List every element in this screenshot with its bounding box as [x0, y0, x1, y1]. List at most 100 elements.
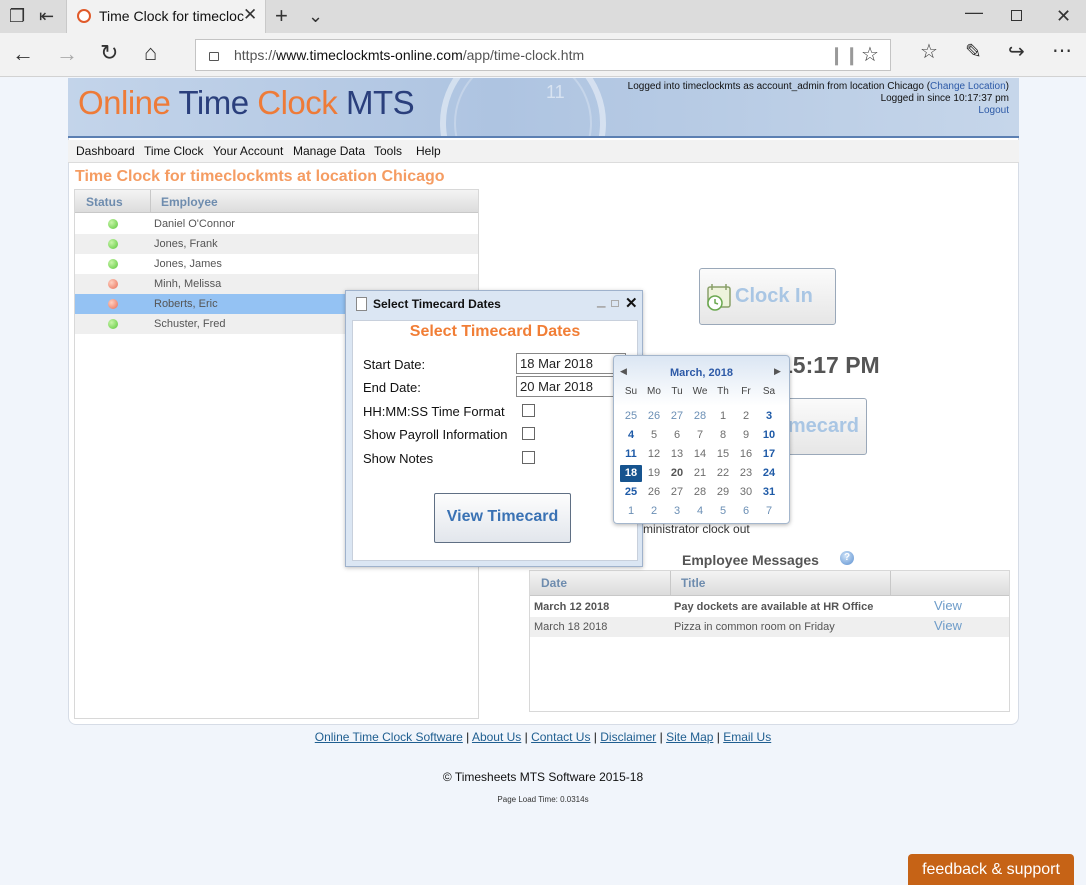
calendar-day[interactable]: 1: [620, 503, 642, 520]
calendar-day[interactable]: 17: [758, 446, 780, 463]
footer-link-email[interactable]: Email Us: [723, 730, 771, 744]
calendar-day[interactable]: 2: [735, 408, 757, 425]
calendar-day[interactable]: 11: [620, 446, 642, 463]
calendar-day[interactable]: 1: [712, 408, 734, 425]
menu-time-clock[interactable]: Time Clock: [144, 144, 204, 158]
calendar-day[interactable]: 20: [666, 465, 688, 482]
back-arrow-icon[interactable]: ←: [12, 43, 34, 65]
share-icon[interactable]: ↪: [1008, 42, 1025, 62]
footer-link-sitemap[interactable]: Site Map: [666, 730, 713, 744]
calendar-day[interactable]: 28: [689, 484, 711, 501]
clock-in-button[interactable]: Clock In: [699, 268, 836, 325]
employee-table-header: Status Employee: [75, 190, 478, 213]
calendar-day[interactable]: 21: [689, 465, 711, 482]
calendar-day[interactable]: 16: [735, 446, 757, 463]
calendar-day[interactable]: 30: [735, 484, 757, 501]
column-status[interactable]: Status: [86, 195, 123, 209]
refresh-icon[interactable]: ↻: [100, 42, 118, 64]
menu-manage-data[interactable]: Manage Data: [293, 144, 365, 158]
web-note-icon[interactable]: ✎: [965, 42, 982, 62]
menu-tools[interactable]: Tools: [374, 144, 402, 158]
calendar-day[interactable]: 13: [666, 446, 688, 463]
payroll-info-checkbox[interactable]: [522, 427, 535, 440]
calendar-day[interactable]: 23: [735, 465, 757, 482]
footer-link-disclaimer[interactable]: Disclaimer: [600, 730, 656, 744]
dialog-maximize-icon[interactable]: [611, 300, 619, 307]
column-title[interactable]: Title: [681, 576, 705, 590]
more-menu-icon[interactable]: ⋯: [1052, 41, 1072, 61]
favorites-hub-icon[interactable]: ☆: [920, 42, 938, 62]
calendar-day-selected[interactable]: 18: [620, 465, 642, 482]
menu-your-account[interactable]: Your Account: [213, 144, 283, 158]
calendar-day[interactable]: 5: [643, 427, 665, 444]
column-employee[interactable]: Employee: [161, 195, 218, 209]
calendar-day[interactable]: 26: [643, 484, 665, 501]
menu-help[interactable]: Help: [416, 144, 441, 158]
employee-row[interactable]: Jones, James: [75, 254, 478, 274]
site-logo[interactable]: Online Time Clock MTS: [78, 84, 415, 122]
calendar-day[interactable]: 25: [620, 484, 642, 501]
set-tabs-aside-icon[interactable]: ⇤: [39, 7, 54, 25]
calendar-day[interactable]: 8: [712, 427, 734, 444]
calendar-day[interactable]: 24: [758, 465, 780, 482]
dialog-minimize-icon[interactable]: ▁: [597, 295, 605, 308]
help-icon[interactable]: ?: [840, 551, 854, 565]
view-timecard-button[interactable]: View Timecard: [434, 493, 571, 543]
message-view-link[interactable]: View: [934, 598, 962, 613]
employee-row[interactable]: Jones, Frank: [75, 234, 478, 254]
calendar-day[interactable]: 22: [712, 465, 734, 482]
calendar-day[interactable]: 12: [643, 446, 665, 463]
maximize-window-icon[interactable]: [1011, 10, 1022, 21]
calendar-day[interactable]: 19: [643, 465, 665, 482]
feedback-support-button[interactable]: feedback & support: [908, 854, 1074, 885]
forward-arrow-icon[interactable]: →: [56, 43, 78, 65]
employee-row[interactable]: Daniel O'Connor: [75, 214, 478, 234]
calendar-day[interactable]: 26: [643, 408, 665, 425]
tab-actions-icon[interactable]: ❐: [9, 7, 25, 25]
calendar-day[interactable]: 4: [620, 427, 642, 444]
close-tab-icon[interactable]: ✕: [243, 5, 257, 25]
calendar-day[interactable]: 3: [666, 503, 688, 520]
minimize-window-icon[interactable]: —: [965, 3, 983, 21]
home-icon[interactable]: ⌂: [144, 42, 157, 64]
calendar-day[interactable]: 27: [666, 484, 688, 501]
end-date-field[interactable]: 20 Mar 2018: [516, 376, 626, 397]
footer-link-about[interactable]: About Us: [472, 730, 521, 744]
calendar-day[interactable]: 5: [712, 503, 734, 520]
calendar-day[interactable]: 3: [758, 408, 780, 425]
calendar-day[interactable]: 10: [758, 427, 780, 444]
column-date[interactable]: Date: [541, 576, 567, 590]
calendar-day[interactable]: 15: [712, 446, 734, 463]
calendar-day[interactable]: 29: [712, 484, 734, 501]
logout-link[interactable]: Logout: [978, 105, 1009, 116]
calendar-day[interactable]: 28: [689, 408, 711, 425]
menu-dashboard[interactable]: Dashboard: [76, 144, 135, 158]
show-notes-checkbox[interactable]: [522, 451, 535, 464]
calendar-day[interactable]: 2: [643, 503, 665, 520]
dialog-close-icon[interactable]: ✕: [625, 294, 638, 312]
close-window-icon[interactable]: ✕: [1056, 7, 1071, 25]
start-date-field[interactable]: 18 Mar 2018: [516, 353, 626, 374]
calendar-day[interactable]: 7: [689, 427, 711, 444]
calendar-day[interactable]: 6: [666, 427, 688, 444]
change-location-link[interactable]: Change Location: [930, 81, 1006, 92]
calendar-day[interactable]: 27: [666, 408, 688, 425]
new-tab-icon[interactable]: +: [275, 5, 288, 27]
time-format-checkbox[interactable]: [522, 404, 535, 417]
message-view-link[interactable]: View: [934, 618, 962, 633]
calendar-day[interactable]: 7: [758, 503, 780, 520]
favorite-star-icon[interactable]: ☆: [861, 45, 879, 65]
footer-link-software[interactable]: Online Time Clock Software: [315, 730, 463, 744]
calendar-day[interactable]: 9: [735, 427, 757, 444]
tab-preview-chevron-icon[interactable]: ⌄: [308, 7, 323, 25]
next-month-icon[interactable]: ▶: [774, 366, 781, 377]
reading-view-icon[interactable]: ❙❙: [829, 46, 859, 64]
calendar-day[interactable]: 4: [689, 503, 711, 520]
address-bar[interactable]: https://www.timeclockmts-online.com/app/…: [195, 39, 891, 71]
calendar-day[interactable]: 6: [735, 503, 757, 520]
footer-link-contact[interactable]: Contact Us: [531, 730, 590, 744]
calendar-day[interactable]: 31: [758, 484, 780, 501]
calendar-day[interactable]: 25: [620, 408, 642, 425]
browser-tab-active[interactable]: Time Clock for timecloc ✕: [66, 0, 266, 33]
calendar-day[interactable]: 14: [689, 446, 711, 463]
